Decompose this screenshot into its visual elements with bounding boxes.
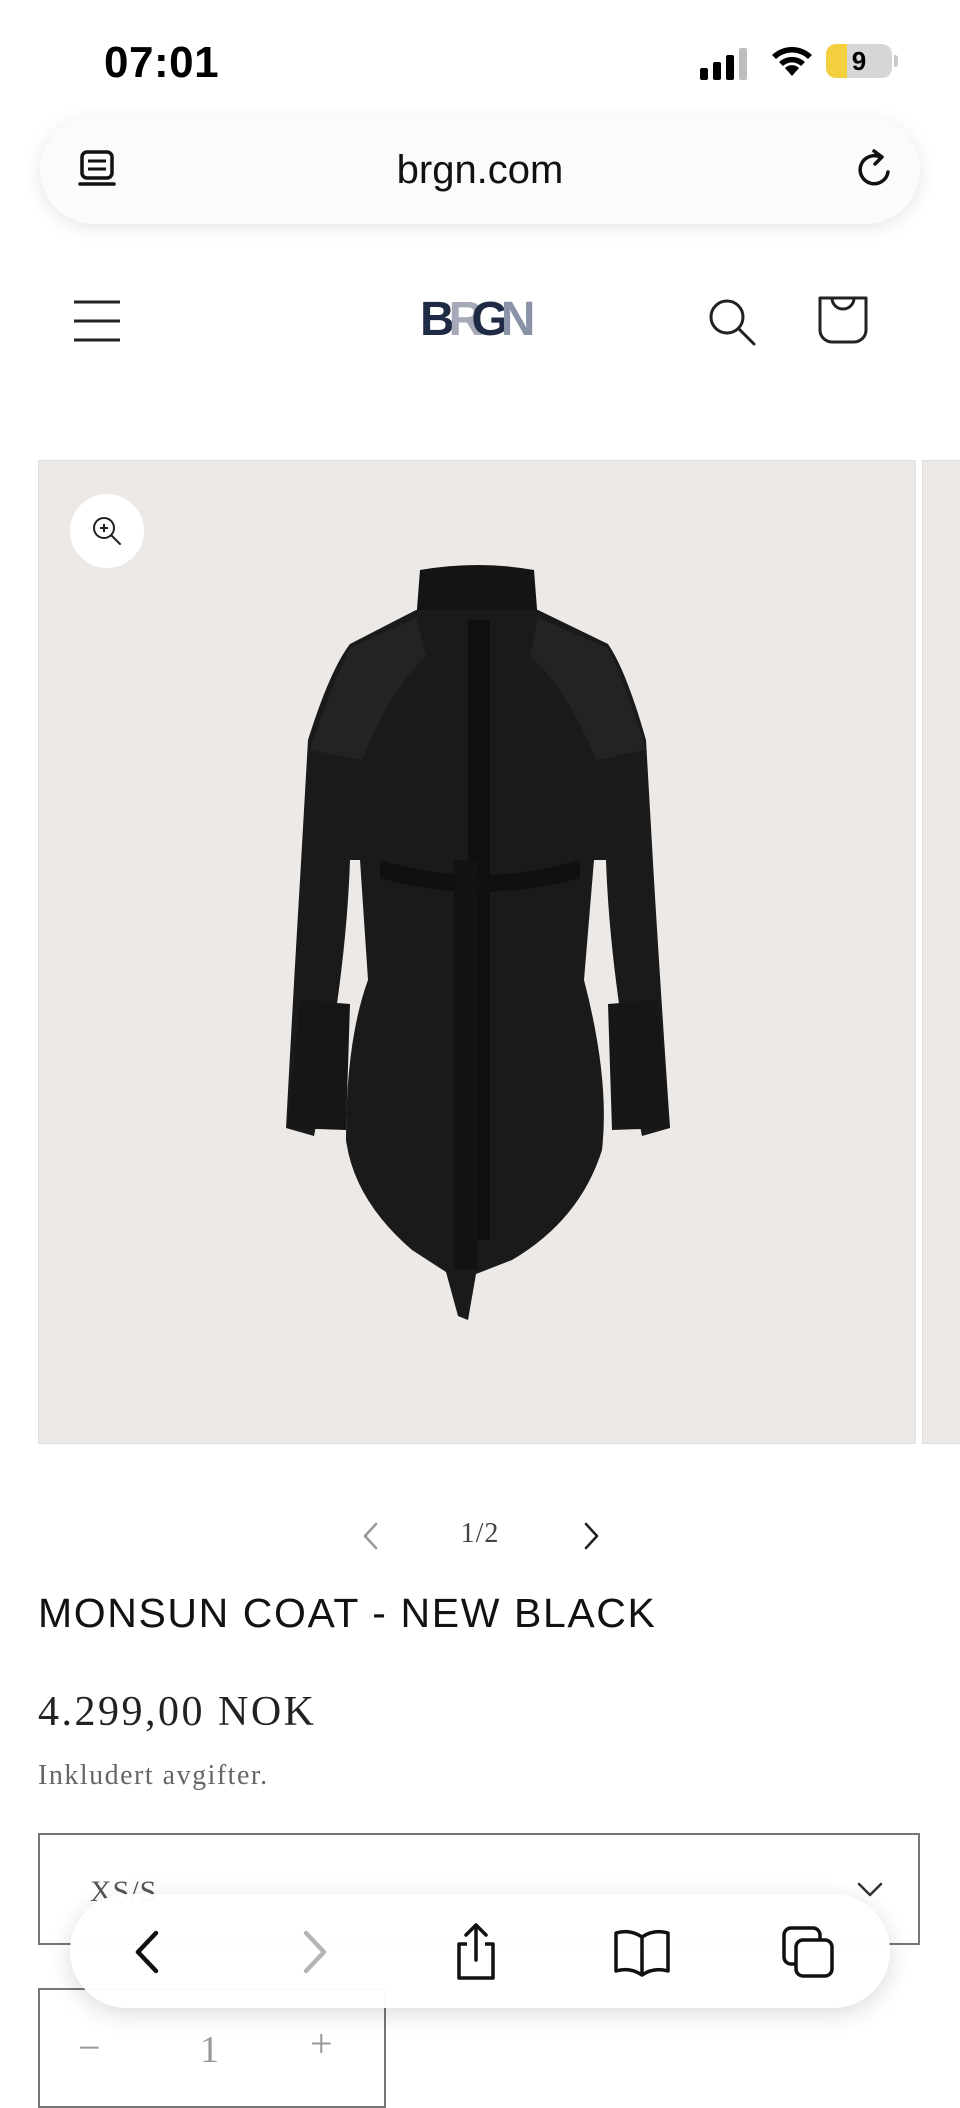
forward-button[interactable]	[282, 1920, 346, 1984]
share-button[interactable]	[444, 1920, 508, 1984]
zoom-in-icon	[93, 517, 121, 545]
forward-icon	[303, 1930, 327, 1974]
status-time: 07:01	[104, 38, 220, 87]
back-icon	[135, 1930, 159, 1974]
tabs-icon	[782, 1926, 834, 1978]
address-bar[interactable]: brgn.com	[40, 116, 920, 224]
browser-toolbar	[70, 1894, 890, 2008]
search-icon[interactable]	[706, 296, 758, 348]
next-image-arrow-icon[interactable]	[576, 1518, 606, 1554]
url-text[interactable]: brgn.com	[40, 148, 920, 193]
quantity-increase-button[interactable]: +	[310, 2020, 333, 2067]
reload-icon[interactable]	[850, 146, 898, 194]
wifi-icon	[772, 47, 812, 76]
previous-image-arrow-icon[interactable]	[356, 1518, 386, 1554]
product-title: MONSUN COAT - NEW BLACK	[38, 1590, 657, 1636]
share-icon	[457, 1923, 495, 1980]
cart-icon[interactable]	[816, 292, 870, 348]
chevron-down-icon	[857, 1882, 883, 1897]
battery-indicator: 9	[826, 44, 892, 78]
coat-illustration	[286, 565, 670, 1320]
zoom-button[interactable]	[70, 494, 144, 568]
quantity-value[interactable]: 1	[200, 2028, 219, 2072]
back-button[interactable]	[116, 1920, 180, 1984]
cellular-signal-icon	[700, 48, 747, 80]
brand-logo[interactable]: BRGN	[420, 292, 536, 347]
tax-note: Inkludert avgifter.	[38, 1760, 269, 1791]
bookmarks-button[interactable]	[610, 1920, 674, 1984]
logo-letter-b: B	[420, 293, 455, 346]
hamburger-menu-icon[interactable]	[72, 296, 122, 346]
battery-tip	[894, 55, 898, 67]
next-product-image-peek[interactable]	[922, 460, 960, 1444]
logo-letter-n: N	[500, 293, 536, 346]
tabs-button[interactable]	[776, 1920, 840, 1984]
product-price: 4.299,00 NOK	[38, 1689, 317, 1735]
battery-level-text: 9	[851, 46, 867, 76]
image-counter: 1/2	[460, 1518, 500, 1549]
bookmarks-icon	[614, 1929, 670, 1977]
quantity-decrease-button[interactable]: −	[78, 2024, 101, 2071]
